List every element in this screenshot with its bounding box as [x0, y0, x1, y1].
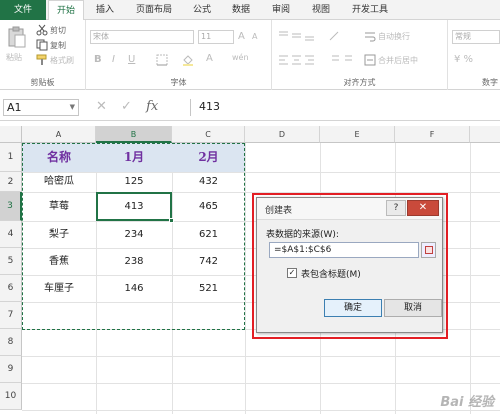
format-painter-button[interactable]: 格式刷 — [50, 55, 74, 66]
tab-file[interactable]: 文件 — [0, 0, 46, 20]
row-header-7[interactable]: 7 — [0, 302, 22, 329]
alignment-group-label: 对齐方式 — [343, 78, 376, 87]
name-box[interactable]: A1 ▼ — [3, 99, 79, 116]
number-format-select[interactable]: 常规 — [452, 30, 500, 44]
tab-data[interactable]: 数据 — [224, 0, 258, 20]
format-painter-icon — [36, 54, 47, 65]
scissors-icon — [36, 24, 48, 36]
paste-button[interactable]: 粘贴 — [6, 52, 22, 63]
cancel-button[interactable]: 取消 — [384, 299, 442, 317]
horizontal-align-icons[interactable] — [278, 54, 318, 66]
source-label: 表数据的来源(W): — [266, 230, 339, 240]
tab-developer[interactable]: 开发工具 — [344, 0, 396, 20]
merge-center-button[interactable]: 合并后居中 — [378, 55, 418, 66]
ribbon-tab-bar: 文件 开始 插入 页面布局 公式 数据 审阅 视图 开发工具 — [0, 0, 500, 21]
cancel-entry-icon[interactable]: ✕ — [96, 99, 107, 114]
insert-function-icon[interactable]: fx — [146, 99, 158, 114]
clipboard-group-label: 剪贴板 — [30, 78, 55, 87]
close-button[interactable]: ✕ — [407, 200, 439, 216]
alignment-group: 自动换行 合并后居中 对齐方式 — [272, 20, 448, 90]
source-range-input[interactable]: =$A$1:$C$6 — [269, 242, 419, 258]
formula-buttons: ✕ ✓ fx — [96, 99, 186, 116]
dialog-title: 创建表 — [265, 206, 293, 216]
row-header-5[interactable]: 5 — [0, 248, 22, 275]
font-name-select[interactable]: 宋体 — [90, 30, 194, 44]
row-header-2[interactable]: 2 — [0, 172, 22, 192]
italic-button[interactable]: I — [112, 54, 115, 65]
shrink-font-button[interactable]: A — [252, 32, 257, 41]
column-header-f[interactable]: F — [395, 126, 470, 143]
has-headers-checkbox[interactable]: ✓ — [287, 268, 297, 278]
dialog-title-bar[interactable]: 创建表 ? ✕ — [257, 198, 442, 220]
ribbon: 粘贴 剪切 复制 格式刷 剪贴板 宋体 11 A A B I U A wén 字… — [0, 20, 500, 90]
watermark-logo: Bai 经验 — [440, 395, 494, 410]
row-header-3[interactable]: 3 — [0, 192, 22, 221]
grid-line — [245, 143, 246, 414]
wrap-text-icon — [365, 32, 376, 42]
column-header-e[interactable]: E — [320, 126, 395, 143]
tab-home[interactable]: 开始 — [48, 0, 84, 21]
select-all-corner[interactable] — [0, 126, 22, 143]
fill-color-icon[interactable] — [182, 54, 194, 66]
tab-formulas[interactable]: 公式 — [186, 0, 218, 20]
orientation-icon[interactable] — [328, 30, 340, 42]
grid-line — [470, 143, 471, 414]
row-header-1[interactable]: 1 — [0, 143, 22, 172]
paste-icon — [8, 26, 26, 48]
grid-line — [22, 383, 500, 384]
column-header-d[interactable]: D — [245, 126, 320, 143]
row-header-4[interactable]: 4 — [0, 221, 22, 248]
currency-format-icon[interactable]: ¥ % — [454, 54, 473, 65]
font-size-select[interactable]: 11 — [198, 30, 234, 44]
column-header-c[interactable]: C — [172, 126, 245, 143]
copy-button[interactable]: 复制 — [50, 40, 66, 51]
row-header-10[interactable]: 10 — [0, 383, 22, 410]
clipboard-group: 粘贴 剪切 复制 格式刷 剪贴板 — [0, 20, 86, 90]
help-button[interactable]: ? — [386, 200, 406, 216]
merge-center-icon — [364, 54, 376, 66]
column-header-g[interactable] — [470, 126, 500, 143]
formula-bar: A1 ▼ ✕ ✓ fx 413 — [0, 91, 500, 121]
cut-button[interactable]: 剪切 — [50, 25, 66, 36]
row-header-8[interactable]: 8 — [0, 329, 22, 356]
fill-handle[interactable] — [169, 218, 174, 223]
name-box-value: A1 — [7, 101, 22, 114]
row-header-9[interactable]: 9 — [0, 356, 22, 383]
font-group-label: 字体 — [170, 78, 187, 87]
font-color-button[interactable]: A — [206, 53, 213, 64]
formula-input[interactable]: 413 — [190, 99, 495, 116]
tab-page-layout[interactable]: 页面布局 — [128, 0, 180, 20]
selection-marquee — [22, 143, 245, 330]
number-group-label: 数字 — [482, 78, 498, 87]
bold-button[interactable]: B — [94, 54, 102, 65]
grid-line — [22, 356, 500, 357]
range-select-icon — [425, 246, 433, 254]
has-headers-label[interactable]: 表包含标题(M) — [301, 267, 361, 280]
range-select-button[interactable] — [421, 242, 436, 258]
phonetic-button[interactable]: wén — [232, 53, 249, 62]
underline-button[interactable]: U — [128, 54, 135, 65]
number-group: 常规 ¥ % 数字 — [448, 20, 500, 90]
confirm-entry-icon[interactable]: ✓ — [121, 99, 132, 114]
vertical-align-icons[interactable] — [278, 30, 318, 42]
active-cell-border — [96, 192, 174, 223]
font-group: 宋体 11 A A B I U A wén 字体 — [86, 20, 272, 90]
column-header-a[interactable]: A — [22, 126, 96, 143]
indent-icons[interactable] — [328, 54, 354, 66]
tab-view[interactable]: 视图 — [304, 0, 338, 20]
chevron-down-icon[interactable]: ▼ — [70, 100, 75, 115]
grid-line — [22, 410, 500, 411]
create-table-dialog: 创建表 ? ✕ 表数据的来源(W): =$A$1:$C$6 ✓ 表包含标题(M)… — [256, 197, 443, 333]
tab-review[interactable]: 审阅 — [264, 0, 298, 20]
grow-font-button[interactable]: A — [238, 31, 245, 42]
column-header-b[interactable]: B — [96, 126, 172, 143]
tab-insert[interactable]: 插入 — [88, 0, 122, 20]
border-icon[interactable] — [156, 54, 168, 66]
copy-icon — [36, 39, 48, 51]
row-header-6[interactable]: 6 — [0, 275, 22, 302]
wrap-text-button[interactable]: 自动换行 — [378, 31, 410, 42]
ok-button[interactable]: 确定 — [324, 299, 382, 317]
